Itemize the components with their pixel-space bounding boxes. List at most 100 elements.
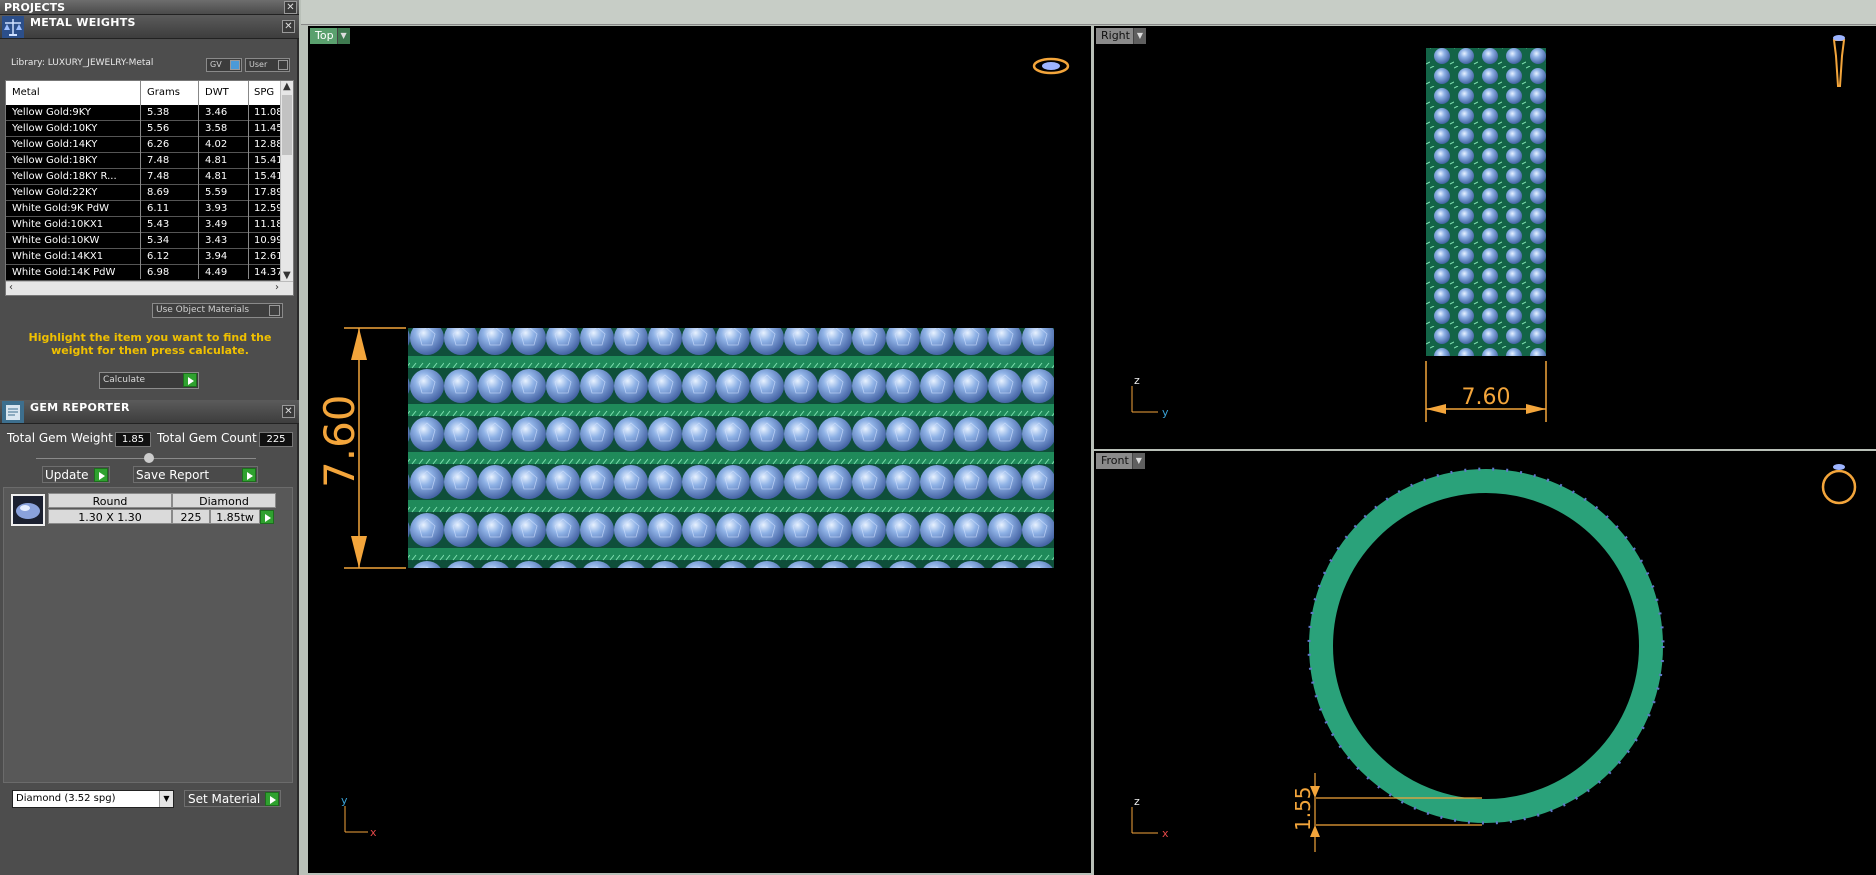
gem-reporter-title: GEM REPORTER [30,401,130,414]
play-icon[interactable] [94,468,108,482]
metal-weights-close-icon[interactable]: ✕ [282,20,295,33]
right-viewport[interactable]: Right ▼ 7.60 z y [1094,26,1876,449]
front-viewport[interactable]: Front ▼ 1.55 z x [1094,451,1876,875]
gem-weight: 1.85tw [210,509,260,524]
gem-reporter-header: GEM REPORTER ✕ [0,400,299,424]
column-divider [140,81,141,279]
play-icon[interactable] [183,373,197,387]
update-button[interactable]: Update [42,466,110,483]
table-row[interactable]: Yellow Gold:18KY 7.48 4.81 15.41 [6,153,283,169]
cell-grams: 7.48 [147,171,170,182]
column-divider [198,81,199,279]
column-divider [248,81,249,279]
material-select[interactable]: Diamond (3.52 spg) ▼ [12,790,174,808]
cell-metal: White Gold:9K PdW [12,203,109,214]
table-row[interactable]: Yellow Gold:22KY 8.69 5.59 17.89 [6,185,283,201]
splitter-handle[interactable] [144,453,154,463]
calculate-button[interactable]: Calculate [99,372,199,389]
table-row[interactable]: White Gold:14KX1 6.12 3.94 12.61 [6,249,283,265]
cell-dwt: 4.49 [205,267,228,278]
scroll-up-icon[interactable]: ▲ [283,81,291,92]
cell-metal: White Gold:14KX1 [12,251,104,262]
cell-dwt: 3.93 [205,203,228,214]
right-dimension-label: 7.60 [1462,385,1511,410]
gem-reporter-close-icon[interactable]: ✕ [282,405,295,418]
set-material-label: Set Material [188,792,261,806]
front-dimension-label: 1.55 [1291,786,1315,831]
projects-header: PROJECTS ✕ [0,0,299,15]
ring-band-right [1426,48,1546,356]
table-header: Metal Grams DWT SPG [6,81,281,103]
cell-dwt: 3.94 [205,251,228,262]
metal-weights-header: METAL WEIGHTS ✕ [0,15,299,39]
table-row[interactable]: Yellow Gold:10KY 5.56 3.58 11.45 [6,121,283,137]
ring-navigator-icon[interactable] [1032,57,1070,75]
total-gem-weight-value: 1.85 [115,432,151,447]
gv-checkbox[interactable] [230,60,240,70]
scroll-down-icon[interactable]: ▼ [283,270,291,281]
col-spg[interactable]: SPG [254,87,274,98]
save-report-button[interactable]: Save Report [133,466,258,483]
cell-grams: 5.43 [147,219,170,230]
user-checkbox[interactable] [278,60,288,70]
gv-toggle[interactable]: GV [206,58,242,72]
table-row[interactable]: Yellow Gold:14KY 6.26 4.02 12.88 [6,137,283,153]
table-row[interactable]: White Gold:14K PdW 6.98 4.49 14.37 [6,265,283,281]
play-icon[interactable] [260,510,274,524]
user-toggle-label: User [249,60,268,69]
use-object-materials-checkbox[interactable] [269,305,280,316]
top-toolbar-strip [301,0,1876,25]
table-horizontal-scrollbar[interactable]: ‹ › [6,281,293,295]
cell-dwt: 3.58 [205,123,228,134]
matrix-app-window: PROJECTS ✕ METAL WEIGHTS ✕ Library: LUXU… [0,0,1876,875]
cell-dwt: 5.59 [205,187,228,198]
table-row[interactable]: Yellow Gold:18KY R... 7.48 4.81 15.41 [6,169,283,185]
cell-dwt: 4.81 [205,171,228,182]
axis-label-h: x [1162,827,1169,840]
total-gem-count-label: Total Gem Count [157,431,257,445]
chevron-down-icon[interactable]: ▼ [159,791,173,807]
scroll-right-icon[interactable]: › [275,282,279,293]
col-metal[interactable]: Metal [12,87,40,98]
top-view-canvas: 7.60 y x [315,57,1070,839]
col-grams[interactable]: Grams [147,87,180,98]
calculate-label: Calculate [103,375,146,385]
cell-metal: Yellow Gold:9KY [12,107,91,118]
cell-grams: 8.69 [147,187,170,198]
col-dwt[interactable]: DWT [205,87,229,98]
play-icon[interactable] [265,792,279,806]
top-viewport[interactable]: Top ▼ 7.60 y x [308,26,1091,873]
axis-gizmo: y x [341,794,377,839]
axis-label-v: z [1134,374,1140,387]
axis-label-h: x [370,826,377,839]
ring-side-navigator-icon[interactable] [1832,35,1846,87]
axis-label-v: z [1134,795,1140,808]
material-select-value: Diamond (3.52 spg) [16,793,116,804]
list-item[interactable]: Round Diamond 1.30 X 1.30 225 1.85tw [10,493,276,527]
table-row[interactable]: White Gold:9K PdW 6.11 3.93 12.59 [6,201,283,217]
table-row[interactable]: Yellow Gold:9KY 5.38 3.46 11.08 [6,105,283,121]
scroll-left-icon[interactable]: ‹ [9,282,13,293]
ring-band-top [408,328,1054,568]
axis-gizmo: z x [1131,795,1169,840]
round-gem-thumbnail [10,493,46,527]
table-row[interactable]: White Gold:10KW 5.34 3.43 10.99 [6,233,283,249]
table-row[interactable]: White Gold:10KX1 5.43 3.49 11.18 [6,217,283,233]
axis-gizmo: z y [1131,374,1169,419]
play-icon[interactable] [242,468,256,482]
cell-grams: 5.34 [147,235,170,246]
cell-metal: Yellow Gold:10KY [12,123,98,134]
ring-front-navigator-icon[interactable] [1821,464,1857,505]
projects-close-icon[interactable]: ✕ [284,1,297,14]
gem-list: Round Diamond 1.30 X 1.30 225 1.85tw [3,487,293,783]
gem-shape: Round [48,493,172,508]
library-label: Library: LUXURY_JEWELRY-Metal [11,58,154,68]
set-material-button[interactable]: Set Material [184,790,281,807]
use-object-materials-toggle[interactable]: Use Object Materials [152,303,283,318]
gem-count: 225 [172,509,210,524]
table-vertical-scrollbar[interactable]: ▲ ▼ [280,81,293,281]
cell-dwt: 4.02 [205,139,228,150]
cell-dwt: 3.46 [205,107,228,118]
scroll-thumb[interactable] [282,95,292,155]
user-toggle[interactable]: User [245,58,290,72]
